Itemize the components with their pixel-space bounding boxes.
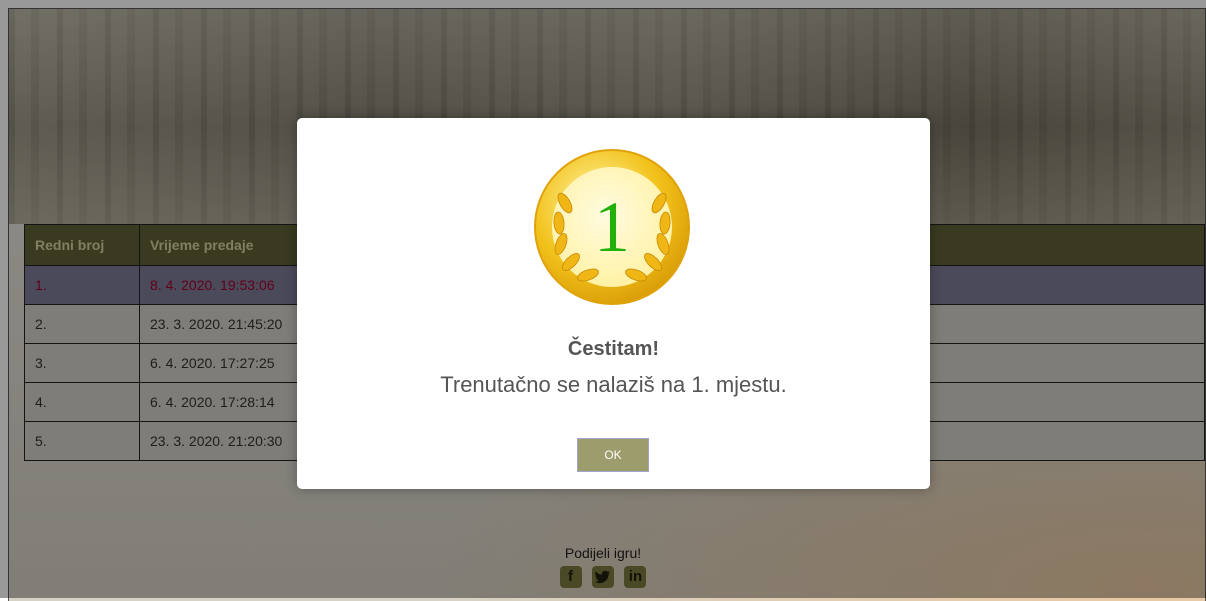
ok-button[interactable]: OK [577, 438, 649, 472]
modal-title: Čestitam! [567, 338, 660, 360]
modal-message: Trenutačno se nalaziš na 1. mjestu. [440, 372, 787, 397]
congratulations-modal: 1 Čestitam! Trenutačno se nalaziš na 1. … [297, 118, 930, 489]
gold-medal-icon: 1 [533, 148, 691, 306]
medal-number: 1 [594, 187, 630, 267]
